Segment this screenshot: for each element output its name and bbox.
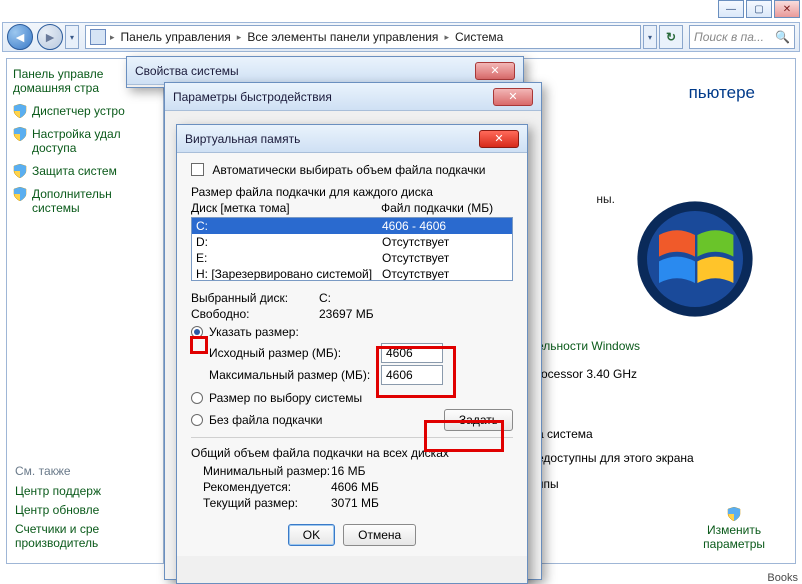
drive-row[interactable]: E:Отсутствует [192,250,512,266]
close-icon[interactable]: ✕ [493,88,533,106]
initial-size-input[interactable] [381,343,443,363]
nav-history-dropdown[interactable]: ▾ [65,25,79,49]
crumb-2[interactable]: Все элементы панели управления [245,30,440,44]
current-size-label: Текущий размер: [203,496,331,510]
cancel-button[interactable]: Отмена [343,524,416,546]
dialog-title: Свойства системы [135,64,239,78]
address-bar: ◄ ► ▾ ▸ Панель управления ▸ Все элементы… [2,22,800,52]
selected-drive-value: C: [319,291,331,305]
drive-list[interactable]: C:4606 - 4606 D:Отсутствует E:Отсутствуе… [191,217,513,281]
col-drive: Диск [метка тома] [191,201,381,215]
nav-back-button[interactable]: ◄ [7,24,33,50]
search-placeholder: Поиск в па... [694,30,764,44]
control-panel-icon [90,29,106,45]
sidebar-item-remote-settings[interactable]: Настройка удал доступа [13,127,157,155]
crumb-3[interactable]: Система [453,30,505,44]
chevron-right-icon: ▸ [444,32,449,43]
refresh-button[interactable]: ↻ [659,25,683,49]
maximize-button[interactable]: ▢ [746,0,772,18]
titlebar[interactable]: Свойства системы ✕ [127,57,523,85]
radio-icon [191,326,203,338]
drive-row[interactable]: C:4606 - 4606 [192,218,512,234]
sidebar-item-device-manager[interactable]: Диспетчер устро [13,104,157,118]
set-button[interactable]: Задать [444,409,513,431]
shield-icon [727,507,741,521]
ok-button[interactable]: OK [288,524,335,546]
ram-label-fragment: ппы [537,477,757,491]
sidebar: Панель управледомашняя стра Диспетчер ус… [6,58,164,564]
chevron-right-icon: ▸ [110,32,115,43]
os-line: едоступны для этого экрана [537,451,757,465]
current-size-value: 3071 МБ [331,496,379,510]
recommended-label: Рекомендуется: [203,480,331,494]
titlebar[interactable]: Виртуальная память ✕ [177,125,527,153]
minimize-button[interactable]: — [718,0,744,18]
min-size-value: 16 МБ [331,464,366,478]
selected-drive-label: Выбранный диск: [191,291,319,305]
page-title-fragment: пьютере [689,83,755,103]
see-also-windows-update[interactable]: Центр обновле [15,503,155,517]
cpu-value: rocessor 3.40 GHz [537,367,757,381]
radio-icon [191,392,203,404]
windows-logo-icon [635,199,755,319]
radio-system-managed[interactable]: Размер по выбору системы [191,391,513,405]
close-icon[interactable]: ✕ [479,130,519,148]
dialog-title: Виртуальная память [185,132,300,146]
shield-icon [13,127,27,141]
titlebar[interactable]: Параметры быстродействия ✕ [165,83,541,111]
sidebar-item-system-protection[interactable]: Защита систем [13,164,157,178]
footer-text: Books [767,572,798,584]
max-size-input[interactable] [381,365,443,385]
nav-forward-button[interactable]: ► [37,24,63,50]
system-info-fragment: ны. [596,189,615,209]
dialog-title: Параметры быстродействия [173,90,332,104]
close-icon[interactable]: ✕ [475,62,515,80]
radio-no-pagefile[interactable]: Без файла подкачки [191,413,444,427]
sidebar-item-advanced-settings[interactable]: Дополнительн системы [13,187,157,215]
radio-icon [191,414,203,426]
search-input[interactable]: Поиск в па... 🔍 [689,25,795,49]
radio-custom-size[interactable]: Указать размер: [191,325,513,339]
crumb-1[interactable]: Панель управления [119,30,233,44]
auto-manage-checkbox[interactable]: Автоматически выбирать объем файла подка… [191,163,513,177]
search-icon: 🔍 [775,30,790,44]
address-dropdown[interactable]: ▾ [643,25,657,49]
each-drive-label: Размер файла подкачки для каждого диска [191,185,513,199]
dialog-virtual-memory: Виртуальная память ✕ Автоматически выбир… [176,124,528,584]
drive-row[interactable]: H: [Зарезервировано системой]Отсутствует [192,266,512,281]
change-settings-link[interactable]: Изменить параметры [703,507,765,551]
os-section-fragment: а система [537,427,757,441]
max-size-label: Максимальный размер (МБ): [209,368,381,382]
shield-icon [13,187,27,201]
see-also-action-center[interactable]: Центр поддерж [15,484,155,498]
drive-row[interactable]: D:Отсутствует [192,234,512,250]
shield-icon [13,164,27,178]
performance-index-link[interactable]: ельности Windows [537,339,757,353]
min-size-label: Минимальный размер: [203,464,331,478]
recommended-value: 4606 МБ [331,480,379,494]
free-space-label: Свободно: [191,307,319,321]
checkbox-icon [191,163,204,176]
see-also-label: См. также [15,464,155,478]
total-heading: Общий объем файла подкачки на всех диска… [191,446,513,460]
close-button[interactable]: ✕ [774,0,800,18]
initial-size-label: Исходный размер (МБ): [209,346,381,360]
shield-icon [13,104,27,118]
chevron-right-icon: ▸ [237,32,242,43]
see-also-perf-tools[interactable]: Счетчики и сре производитель [15,522,155,550]
breadcrumb[interactable]: ▸ Панель управления ▸ Все элементы панел… [85,25,641,49]
free-space-value: 23697 МБ [319,307,374,321]
col-pagefile: Файл подкачки (МБ) [381,201,493,215]
